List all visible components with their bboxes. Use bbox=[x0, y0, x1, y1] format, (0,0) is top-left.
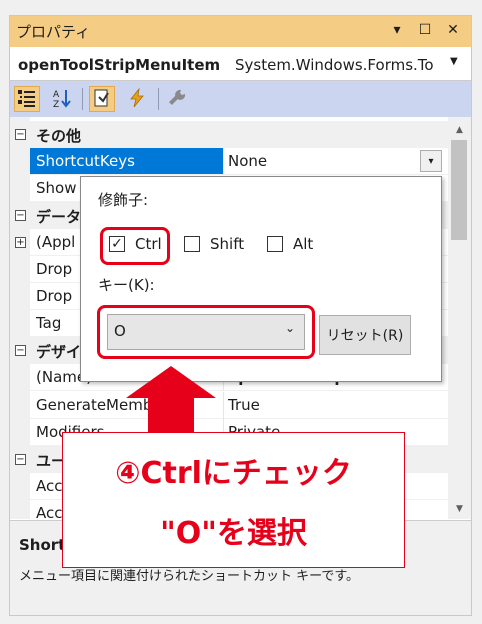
property-pages-icon[interactable] bbox=[164, 86, 190, 112]
modifiers-label: 修飾子: bbox=[98, 191, 149, 209]
callout-line-2: "O"を選択 bbox=[160, 516, 307, 551]
callout-line-1: ④Ctrlにチェック bbox=[115, 456, 352, 491]
annotation-arrow-icon bbox=[126, 366, 216, 398]
key-label: キー(K): bbox=[98, 276, 155, 294]
collapse-icon[interactable]: − bbox=[15, 129, 26, 140]
key-highlight bbox=[97, 305, 315, 359]
object-selector-arrow-icon[interactable]: ▼ bbox=[450, 56, 458, 67]
property-row-generatemember[interactable]: GenerateMember True bbox=[30, 392, 448, 419]
ctrl-highlight bbox=[100, 227, 170, 265]
expand-icon[interactable]: + bbox=[15, 237, 26, 248]
events-icon[interactable] bbox=[124, 86, 150, 112]
object-name: openToolStripMenuItem bbox=[18, 56, 221, 74]
reset-button[interactable]: リセット(R) bbox=[319, 315, 411, 355]
shift-label: Shift bbox=[210, 235, 245, 253]
category-label: その他 bbox=[36, 127, 82, 145]
maximize-icon[interactable]: ☐ bbox=[416, 21, 434, 39]
collapse-icon[interactable]: − bbox=[15, 210, 26, 221]
window-title: プロパティ bbox=[16, 23, 91, 41]
collapse-icon[interactable]: − bbox=[15, 454, 26, 465]
collapse-icon[interactable]: − bbox=[15, 345, 26, 356]
shift-checkbox[interactable] bbox=[184, 236, 200, 252]
dropdown-arrow-icon[interactable]: ▾ bbox=[420, 150, 442, 172]
properties-icon[interactable] bbox=[89, 86, 115, 112]
toolbar-separator bbox=[158, 88, 159, 110]
property-name: ShortcutKeys bbox=[36, 152, 135, 170]
svg-text:A: A bbox=[53, 90, 60, 100]
alphabetical-icon[interactable]: AZ bbox=[49, 86, 75, 112]
categorized-icon[interactable] bbox=[14, 86, 40, 112]
toolbar-separator bbox=[82, 88, 83, 110]
close-icon[interactable]: ✕ bbox=[444, 21, 462, 39]
svg-text:Z: Z bbox=[53, 100, 59, 109]
alt-label: Alt bbox=[293, 235, 314, 253]
description-title: Short bbox=[19, 536, 66, 554]
object-type: System.Windows.Forms.To bbox=[235, 56, 434, 74]
alt-checkbox[interactable] bbox=[267, 236, 283, 252]
property-value[interactable]: None bbox=[228, 152, 267, 170]
scroll-down-icon[interactable]: ▼ bbox=[448, 499, 471, 519]
scroll-up-icon[interactable]: ▲ bbox=[448, 120, 471, 140]
properties-toolbar bbox=[10, 81, 471, 117]
category-other[interactable]: − その他 bbox=[10, 121, 448, 148]
dropdown-icon[interactable]: ▾ bbox=[388, 21, 406, 39]
annotation-arrow-stem bbox=[148, 398, 194, 434]
scroll-thumb[interactable] bbox=[451, 140, 467, 240]
